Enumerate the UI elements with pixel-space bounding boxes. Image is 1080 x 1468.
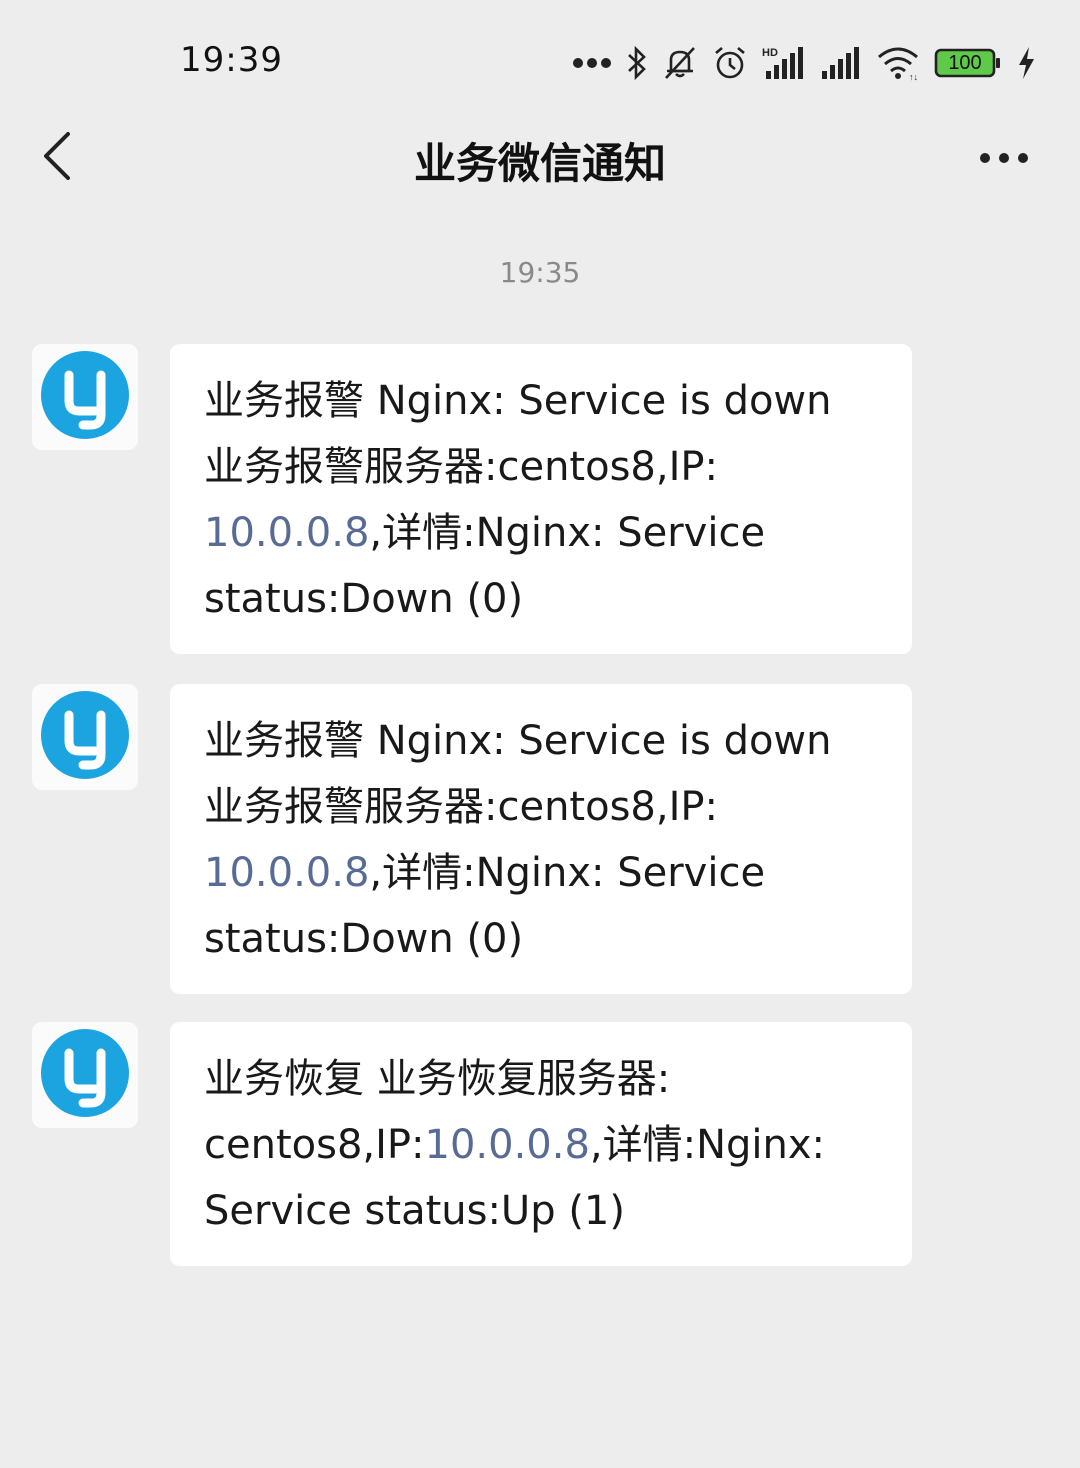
message-bubble[interactable]: 业务恢复 业务恢复服务器: centos8,IP:10.0.0.8,详情:Ngi… (170, 1022, 912, 1266)
message-text: 业务恢复 业务恢复服务器: (204, 1056, 671, 1102)
avatar[interactable] (32, 344, 138, 450)
status-bar: 19:39 HD ↑↓ 100 (0, 0, 1080, 110)
page-title: 业务微信通知 (413, 139, 666, 188)
message-line: centos8,IP:10.0.0.8,详情:Nginx: (204, 1112, 882, 1178)
message-line: 业务报警服务器:centos8,IP: (204, 774, 882, 840)
wifi-icon: ↑↓ (876, 45, 920, 81)
hd-signal-icon: HD (762, 45, 806, 81)
message-line: 业务报警 Nginx: Service is down (204, 368, 882, 434)
status-icons: HD ↑↓ 100 (572, 40, 1036, 86)
ip-link[interactable]: 10.0.0.8 (204, 510, 369, 556)
message-bubble[interactable]: 业务报警 Nginx: Service is down 业务报警服务器:cent… (170, 344, 912, 654)
battery-level: 100 (948, 52, 982, 74)
charging-icon (1016, 45, 1036, 81)
status-time: 19:39 (180, 40, 283, 80)
more-icon (979, 149, 1029, 168)
chat-timestamp: 19:35 (499, 256, 581, 289)
message-text: ,详情:Nginx: (589, 1122, 826, 1168)
message-line: 业务报警 Nginx: Service is down (204, 708, 882, 774)
bluetooth-icon (626, 45, 648, 81)
svg-text:↑↓: ↑↓ (909, 72, 918, 81)
more-button[interactable] (974, 140, 1034, 176)
message-line: 10.0.0.8,详情:Nginx: Service (204, 500, 882, 566)
message-text: 业务报警 Nginx: Service is down (204, 718, 832, 764)
message-bubble[interactable]: 业务报警 Nginx: Service is down 业务报警服务器:cent… (170, 684, 912, 994)
app-logo-icon (39, 689, 131, 785)
avatar[interactable] (32, 684, 138, 790)
message-text: status:Down (0) (204, 916, 524, 962)
message-text: ,详情:Nginx: Service (369, 510, 766, 556)
message-line: 业务报警服务器:centos8,IP: (204, 434, 882, 500)
app-logo-icon (39, 1027, 131, 1123)
nav-header: 业务微信通知 (0, 110, 1080, 206)
signal-icon (820, 45, 862, 81)
message-text: ,详情:Nginx: Service (369, 850, 766, 896)
more-dots-icon (572, 56, 612, 70)
message-text: 业务报警服务器:centos8,IP: (204, 784, 718, 830)
message-text: status:Down (0) (204, 576, 524, 622)
alarm-icon (712, 45, 748, 81)
message-line: Service status:Up (1) (204, 1178, 882, 1244)
ip-link[interactable]: 10.0.0.8 (204, 850, 369, 896)
message-line: status:Down (0) (204, 566, 882, 632)
message-text: centos8,IP: (204, 1122, 425, 1168)
svg-text:HD: HD (762, 47, 778, 59)
message-line: 业务恢复 业务恢复服务器: (204, 1046, 882, 1112)
message-text: Service status:Up (1) (204, 1188, 625, 1234)
mute-icon (662, 45, 698, 81)
ip-link[interactable]: 10.0.0.8 (425, 1122, 590, 1168)
avatar[interactable] (32, 1022, 138, 1128)
app-logo-icon (39, 349, 131, 445)
message-text: 业务报警服务器:centos8,IP: (204, 444, 718, 490)
battery-icon: 100 (934, 48, 1002, 78)
message-text: 业务报警 Nginx: Service is down (204, 378, 832, 424)
message-line: 10.0.0.8,详情:Nginx: Service (204, 840, 882, 906)
message-line: status:Down (0) (204, 906, 882, 972)
